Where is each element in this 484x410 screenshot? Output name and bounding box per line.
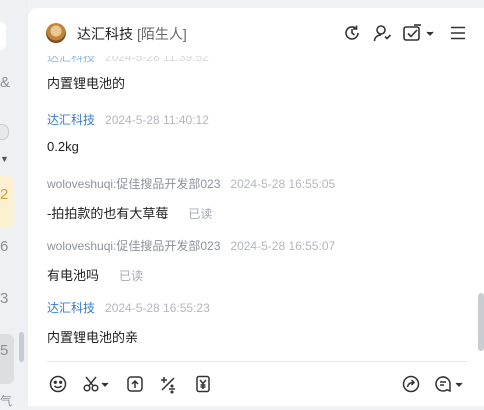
formula-icon[interactable] (158, 374, 178, 394)
input-divider (47, 361, 467, 362)
conversation-list-strip: & ▼ 2 6 3 5 气 (0, 0, 28, 408)
message-time: 2024-5-28 16:55:07 (230, 239, 336, 253)
message-time: 2024-5-28 16:55:05 (230, 177, 336, 191)
conversation-item-fragment[interactable]: & (0, 74, 10, 92)
refresh-icon[interactable] (342, 23, 362, 43)
conversation-item-fragment[interactable]: 3 (0, 290, 10, 308)
message-sender[interactable]: 达汇科技 (47, 301, 95, 315)
caret-icon: ▼ (0, 154, 9, 164)
message-sender[interactable]: woloveshuqi:促佳搜品开发部023 (47, 239, 220, 253)
share-icon[interactable] (401, 374, 421, 394)
scissors-icon[interactable] (82, 374, 112, 394)
yen-card-icon[interactable] (193, 374, 213, 394)
conversation-toggle[interactable] (0, 124, 9, 140)
message-time: 2024-5-28 11:39:52 (105, 56, 209, 64)
message-sender[interactable]: 达汇科技 (47, 56, 95, 64)
message-text: 内置锂电池的 (47, 73, 125, 92)
upload-icon[interactable] (125, 374, 145, 394)
user-icon[interactable] (372, 23, 392, 43)
task-check-icon[interactable] (402, 23, 436, 43)
message-item: 达汇科技 2024-5-28 11:39:52 (47, 56, 209, 65)
message-content[interactable]: 内置锂电池的 (47, 73, 125, 92)
message-list[interactable]: 达汇科技 2024-5-28 11:39:52 内置锂电池的 达汇科技 2024-5… (28, 56, 484, 359)
message-sender[interactable]: 达汇科技 (47, 113, 95, 127)
avatar[interactable] (46, 23, 66, 43)
chat-title: 达汇科技 [陌生人] (77, 24, 187, 44)
read-status: 已读 (188, 207, 213, 221)
input-toolbar (28, 370, 484, 398)
conversation-item-fragment[interactable]: 6 (0, 238, 10, 256)
chat-panel: 达汇科技 [陌生人] 达汇科技 2024-5-28 11:39:52 内置锂电池的 … (28, 8, 484, 406)
message-sender[interactable]: woloveshuqi:促佳搜品开发部023 (47, 177, 220, 191)
message-scrollbar[interactable] (478, 293, 484, 351)
chat-header: 达汇科技 [陌生人] (28, 8, 484, 56)
conversation-search-edge[interactable] (0, 22, 6, 50)
conversation-item-fragment[interactable]: 5 (0, 342, 10, 360)
message-item: woloveshuqi:促佳搜品开发部023 2024-5-28 16:55:07… (47, 237, 335, 284)
message-item: 达汇科技 2024-5-28 11:40:12 0.2kg (47, 111, 209, 154)
message-item: 达汇科技 2024-5-28 16:55:23 内置锂电池的亲 (47, 299, 210, 346)
read-status: 已读 (119, 269, 144, 283)
conversation-list-scrollbar[interactable] (19, 332, 24, 362)
message-item: woloveshuqi:促佳搜品开发部023 2024-5-28 16:55:05… (47, 175, 335, 222)
contact-name: 达汇科技 (77, 26, 133, 42)
message-content[interactable]: 内置锂电池的亲 (47, 327, 210, 346)
emoji-icon[interactable] (48, 374, 68, 394)
message-time: 2024-5-28 11:40:12 (105, 113, 209, 127)
message-content[interactable]: 0.2kg (47, 139, 209, 154)
message-time: 2024-5-28 16:55:23 (105, 301, 210, 315)
menu-icon[interactable] (448, 23, 468, 43)
quick-reply-icon[interactable] (434, 374, 466, 394)
conversation-item-fragment[interactable]: 气 (0, 392, 12, 410)
message-content[interactable]: -拍拍款的也有大草莓 (47, 206, 168, 221)
conversation-item-fragment[interactable]: 2 (0, 186, 10, 204)
message-content[interactable]: 有电池吗 (47, 268, 99, 283)
contact-tag: [陌生人] (137, 26, 187, 42)
